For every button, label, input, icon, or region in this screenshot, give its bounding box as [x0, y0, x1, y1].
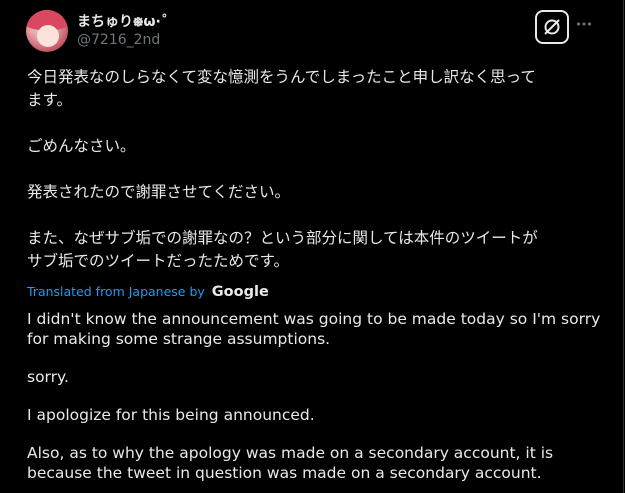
- original-line: また、なぜサブ垢での謝罪なの？という部分に関しては本件のツイートが: [27, 229, 538, 247]
- tweet-original-text: 今日発表なのしらなくて変な憶測をうんでしまったこと申し訳なく思って ます。 ごめ…: [27, 66, 602, 273]
- grok-icon: [544, 19, 560, 35]
- user-handle[interactable]: @7216_2nd: [77, 32, 160, 48]
- google-logo: Google: [211, 284, 269, 300]
- tweet-translation-text: I didn't know the announcement was going…: [27, 309, 602, 483]
- translated-label: Translated from Japanese by: [27, 284, 205, 299]
- translation-line: because the tweet in question was made o…: [27, 464, 542, 482]
- original-line: ごめんなさい。: [27, 137, 136, 155]
- translation-line: sorry.: [27, 368, 69, 386]
- translation-line: Also, as to why the apology was made on …: [27, 444, 554, 462]
- original-line: サブ垢でのツイートだったためです。: [27, 252, 289, 270]
- avatar[interactable]: [26, 10, 68, 52]
- translation-line: for making some strange assumptions.: [27, 330, 331, 348]
- translation-paragraph: sorry.: [27, 367, 602, 387]
- translation-paragraph: I apologize for this being announced.: [27, 405, 602, 425]
- original-paragraph: 今日発表なのしらなくて変な憶測をうんでしまったこと申し訳なく思って ます。: [27, 66, 602, 112]
- original-paragraph: ごめんなさい。: [27, 135, 602, 158]
- translation-line: I didn't know the announcement was going…: [27, 310, 601, 328]
- tweet-container: まちゅり᪥ω·˚ @7216_2nd 今日発表なのしらなくて変な憶測をうんでしま…: [0, 0, 624, 493]
- grok-button[interactable]: [535, 10, 569, 44]
- translation-line: I apologize for this being announced.: [27, 406, 315, 424]
- translation-paragraph: Also, as to why the apology was made on …: [27, 443, 602, 483]
- avatar-face: [37, 25, 59, 47]
- display-name[interactable]: まちゅり᪥ω·˚: [77, 11, 168, 34]
- original-paragraph: また、なぜサブ垢での謝罪なの？という部分に関しては本件のツイートが サブ垢でのツ…: [27, 227, 602, 273]
- translation-paragraph: I didn't know the announcement was going…: [27, 309, 602, 349]
- original-line: ます。: [27, 91, 72, 109]
- more-icon[interactable]: [576, 16, 592, 32]
- original-paragraph: 発表されたので謝罪させてください。: [27, 181, 602, 204]
- original-line: 今日発表なのしらなくて変な憶測をうんでしまったこと申し訳なく思って: [27, 68, 536, 86]
- translation-attribution[interactable]: Translated from Japanese by Google: [27, 284, 269, 300]
- original-line: 発表されたので謝罪させてください。: [27, 183, 291, 201]
